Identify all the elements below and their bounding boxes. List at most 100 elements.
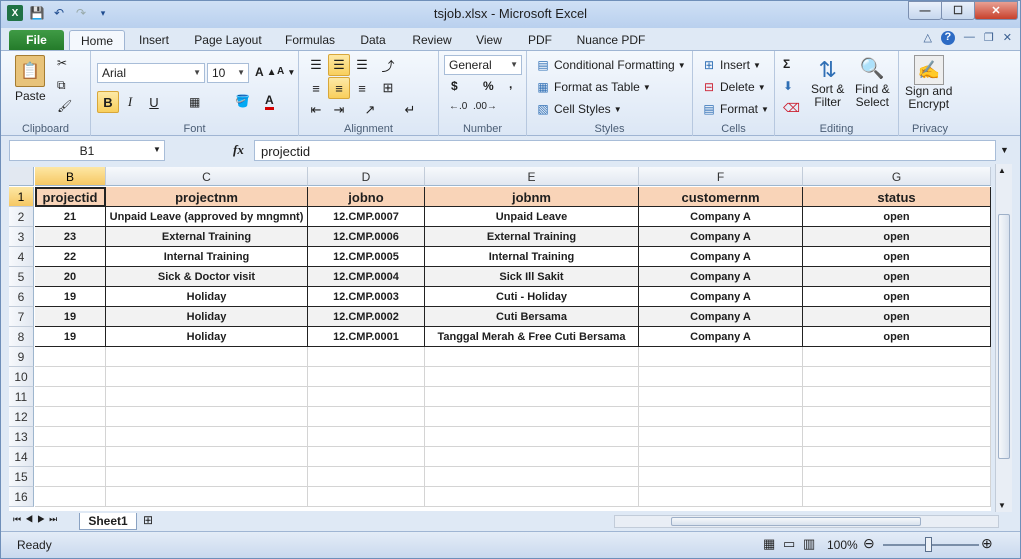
empty-cell[interactable] xyxy=(639,467,803,487)
percent-button[interactable]: % xyxy=(483,79,494,93)
underline-button[interactable]: U xyxy=(143,91,165,113)
increase-indent-icon[interactable]: ⇥ xyxy=(328,99,350,121)
data-cell[interactable]: open xyxy=(803,327,991,347)
expand-formula-bar-icon[interactable]: ▼ xyxy=(1000,145,1009,155)
delete-cells-button[interactable]: ⊟ Delete ▼ xyxy=(701,79,766,95)
empty-cell[interactable] xyxy=(639,447,803,467)
align-left-icon[interactable]: ≡ xyxy=(305,77,327,99)
data-cell[interactable]: Internal Training xyxy=(425,247,639,267)
insert-function-button[interactable]: fx xyxy=(233,142,244,158)
zoom-out-icon[interactable]: ⊖ xyxy=(863,535,875,552)
maximize-button[interactable]: ☐ xyxy=(941,1,975,20)
data-cell[interactable]: 12.CMP.0006 xyxy=(308,227,425,247)
empty-cell[interactable] xyxy=(308,367,425,387)
empty-cell[interactable] xyxy=(35,447,106,467)
minimize-button[interactable]: — xyxy=(908,1,942,20)
row-header-9[interactable]: 9 xyxy=(9,347,34,367)
row-header-14[interactable]: 14 xyxy=(9,447,34,467)
scroll-down-icon[interactable]: ▼ xyxy=(998,501,1006,510)
empty-cell[interactable] xyxy=(35,387,106,407)
data-cell[interactable]: 12.CMP.0003 xyxy=(308,287,425,307)
empty-cell[interactable] xyxy=(106,367,308,387)
row-header-11[interactable]: 11 xyxy=(9,387,34,407)
data-cell[interactable]: 19 xyxy=(35,327,106,347)
header-cell[interactable]: status xyxy=(803,187,991,207)
row-header-6[interactable]: 6 xyxy=(9,287,34,307)
data-cell[interactable]: 23 xyxy=(35,227,106,247)
header-cell[interactable]: customernm xyxy=(639,187,803,207)
empty-cell[interactable] xyxy=(425,387,639,407)
empty-cell[interactable] xyxy=(803,387,991,407)
column-header-f[interactable]: F xyxy=(639,167,803,186)
empty-cell[interactable] xyxy=(425,487,639,507)
empty-cell[interactable] xyxy=(425,407,639,427)
data-cell[interactable]: Unpaid Leave xyxy=(425,207,639,227)
number-format-select[interactable]: General ▼ xyxy=(444,55,522,75)
row-header-7[interactable]: 7 xyxy=(9,307,34,327)
tab-file[interactable]: File xyxy=(9,30,64,50)
empty-cell[interactable] xyxy=(308,427,425,447)
cut-icon[interactable]: ✂ xyxy=(57,56,67,70)
column-header-c[interactable]: C xyxy=(106,167,308,186)
row-header-16[interactable]: 16 xyxy=(9,487,34,507)
data-cell[interactable]: Company A xyxy=(639,327,803,347)
text-orientation-icon[interactable]: ↗ xyxy=(359,99,381,121)
workbook-minimize-icon[interactable]: — xyxy=(964,31,975,45)
empty-cell[interactable] xyxy=(106,447,308,467)
empty-cell[interactable] xyxy=(35,347,106,367)
data-cell[interactable]: open xyxy=(803,207,991,227)
empty-cell[interactable] xyxy=(639,367,803,387)
data-cell[interactable]: 19 xyxy=(35,307,106,327)
decrease-indent-icon[interactable]: ⇤ xyxy=(305,99,327,121)
align-top-icon[interactable]: ☰ xyxy=(305,54,327,76)
name-box[interactable]: B1 xyxy=(9,140,165,161)
sheet-nav-icon[interactable]: ⏮◀▶⏭ xyxy=(13,514,61,525)
header-cell[interactable]: jobnm xyxy=(425,187,639,207)
fill-color-icon[interactable]: 🪣 xyxy=(235,94,250,108)
empty-cell[interactable] xyxy=(308,407,425,427)
wrap-text-icon[interactable]: ↵ xyxy=(399,99,421,121)
empty-cell[interactable] xyxy=(106,407,308,427)
workbook-restore-icon[interactable]: ❐ xyxy=(984,31,994,45)
vertical-scroll-thumb[interactable] xyxy=(998,214,1010,459)
grow-font-icon[interactable]: A ▲ xyxy=(255,65,277,79)
row-header-1[interactable]: 1 xyxy=(9,187,34,207)
empty-cell[interactable] xyxy=(425,427,639,447)
align-right-icon[interactable]: ≡ xyxy=(351,77,373,99)
clear-icon[interactable]: ⌫ xyxy=(783,101,800,115)
row-header-8[interactable]: 8 xyxy=(9,327,34,347)
data-cell[interactable]: Sick & Doctor visit xyxy=(106,267,308,287)
tab-formulas[interactable]: Formulas xyxy=(277,30,343,50)
data-cell[interactable]: 12.CMP.0005 xyxy=(308,247,425,267)
empty-cell[interactable] xyxy=(803,467,991,487)
currency-button[interactable]: $ xyxy=(451,79,458,93)
empty-cell[interactable] xyxy=(106,487,308,507)
data-cell[interactable]: 20 xyxy=(35,267,106,287)
shrink-font-icon[interactable]: A ▼ xyxy=(277,66,295,77)
empty-cell[interactable] xyxy=(639,387,803,407)
scroll-up-icon[interactable]: ▲ xyxy=(998,166,1006,175)
data-cell[interactable]: 22 xyxy=(35,247,106,267)
data-cell[interactable]: open xyxy=(803,227,991,247)
data-cell[interactable]: Company A xyxy=(639,247,803,267)
row-header-2[interactable]: 2 xyxy=(9,207,34,227)
empty-cell[interactable] xyxy=(425,447,639,467)
data-cell[interactable]: 21 xyxy=(35,207,106,227)
workbook-close-icon[interactable]: ✕ xyxy=(1003,31,1012,45)
font-size-select[interactable]: 10 ▼ xyxy=(207,63,249,83)
orientation-icon[interactable]: ⤴ xyxy=(377,54,399,76)
chevron-down-icon[interactable]: ▼ xyxy=(153,145,161,154)
empty-cell[interactable] xyxy=(308,487,425,507)
empty-cell[interactable] xyxy=(639,487,803,507)
cell-styles-button[interactable]: ▧ Cell Styles ▼ xyxy=(535,101,621,117)
empty-cell[interactable] xyxy=(106,387,308,407)
copy-icon[interactable]: ⧉ xyxy=(57,78,66,93)
row-header-13[interactable]: 13 xyxy=(9,427,34,447)
row-header-12[interactable]: 12 xyxy=(9,407,34,427)
data-cell[interactable]: Cuti Bersama xyxy=(425,307,639,327)
align-bottom-icon[interactable]: ☰ xyxy=(351,54,373,76)
format-as-table-button[interactable]: ▦ Format as Table ▼ xyxy=(535,79,650,95)
tab-nuance-pdf[interactable]: Nuance PDF xyxy=(569,30,653,50)
comma-button[interactable]: , xyxy=(509,77,512,91)
tab-review[interactable]: Review xyxy=(405,30,459,50)
